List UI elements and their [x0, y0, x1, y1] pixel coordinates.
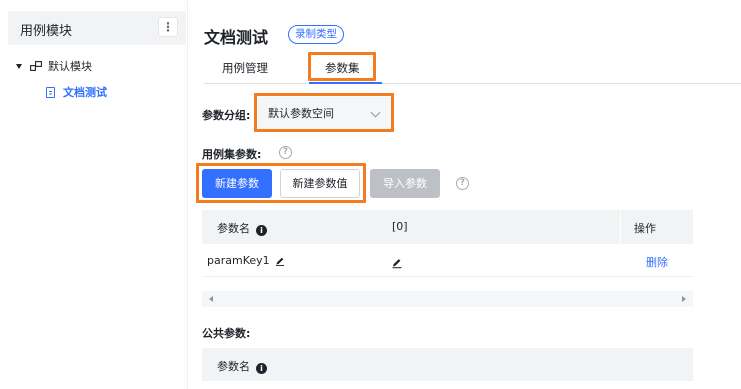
public-params-table-header: 参数名 i: [202, 348, 693, 381]
page-title: 文档测试: [204, 28, 269, 47]
tab-case-management[interactable]: 用例管理: [222, 60, 268, 76]
param-group-select[interactable]: 默认参数空间: [258, 97, 391, 130]
column-header-actions: 操作: [634, 222, 656, 235]
active-tab-indicator: [309, 82, 382, 84]
param-key-text: paramKey1: [207, 254, 270, 267]
edit-value-icon[interactable]: [391, 257, 403, 269]
tree-item-label: 默认模块: [48, 60, 92, 73]
more-vertical-icon[interactable]: ⋮: [158, 17, 178, 37]
chevron-down-icon: [370, 107, 381, 118]
param-key-cell: paramKey1: [207, 254, 285, 267]
public-params-label: 公共参数:: [202, 327, 251, 340]
tree-item-doc-test[interactable]: 文档测试: [46, 82, 107, 102]
import-param-button[interactable]: 导入参数: [370, 169, 440, 198]
new-param-value-button[interactable]: 新建参数值: [280, 169, 360, 198]
param-group-label: 参数分组:: [202, 109, 251, 122]
help-icon[interactable]: ?: [456, 177, 469, 190]
horizontal-scrollbar[interactable]: [202, 291, 693, 307]
help-icon[interactable]: ?: [279, 146, 292, 159]
scroll-right-icon[interactable]: [682, 296, 686, 302]
new-param-button[interactable]: 新建参数: [202, 169, 272, 198]
main-panel: 文档测试 录制类型 用例管理 参数集 参数分组: 默认参数空间 用例集参数: ?…: [188, 0, 741, 389]
tab-param-set[interactable]: 参数集: [325, 60, 360, 76]
param-group-value: 默认参数空间: [268, 107, 334, 120]
type-badge: 录制类型: [288, 25, 344, 44]
column-header-label: 参数名: [217, 222, 250, 235]
column-header-value-0: [0]: [392, 220, 408, 233]
info-icon[interactable]: i: [256, 363, 267, 374]
tab-bar: 用例管理 参数集: [204, 54, 741, 84]
column-divider[interactable]: [620, 210, 621, 244]
scroll-left-icon[interactable]: [209, 296, 213, 302]
document-icon: [46, 86, 55, 98]
sidebar: 用例模块 ⋮ 默认模块 文档测试: [0, 0, 188, 389]
sidebar-header: 用例模块 ⋮: [8, 11, 186, 45]
info-icon[interactable]: i: [256, 225, 267, 236]
table-row: paramKey1 删除: [202, 244, 693, 277]
case-params-label: 用例集参数:: [202, 148, 262, 161]
edit-icon[interactable]: [275, 256, 285, 266]
column-header-label: 参数名: [217, 360, 250, 373]
caret-down-icon[interactable]: [16, 63, 22, 69]
table-header: 参数名 i [0] 操作: [202, 210, 693, 244]
sidebar-title: 用例模块: [20, 24, 73, 39]
tree-item-label: 文档测试: [63, 86, 107, 99]
tree-item-default-module[interactable]: 默认模块: [16, 56, 92, 76]
module-icon: [30, 61, 42, 71]
delete-link[interactable]: 删除: [646, 254, 668, 270]
column-header-param-name: 参数名 i: [217, 358, 267, 374]
column-header-param-name: 参数名 i: [217, 220, 267, 236]
